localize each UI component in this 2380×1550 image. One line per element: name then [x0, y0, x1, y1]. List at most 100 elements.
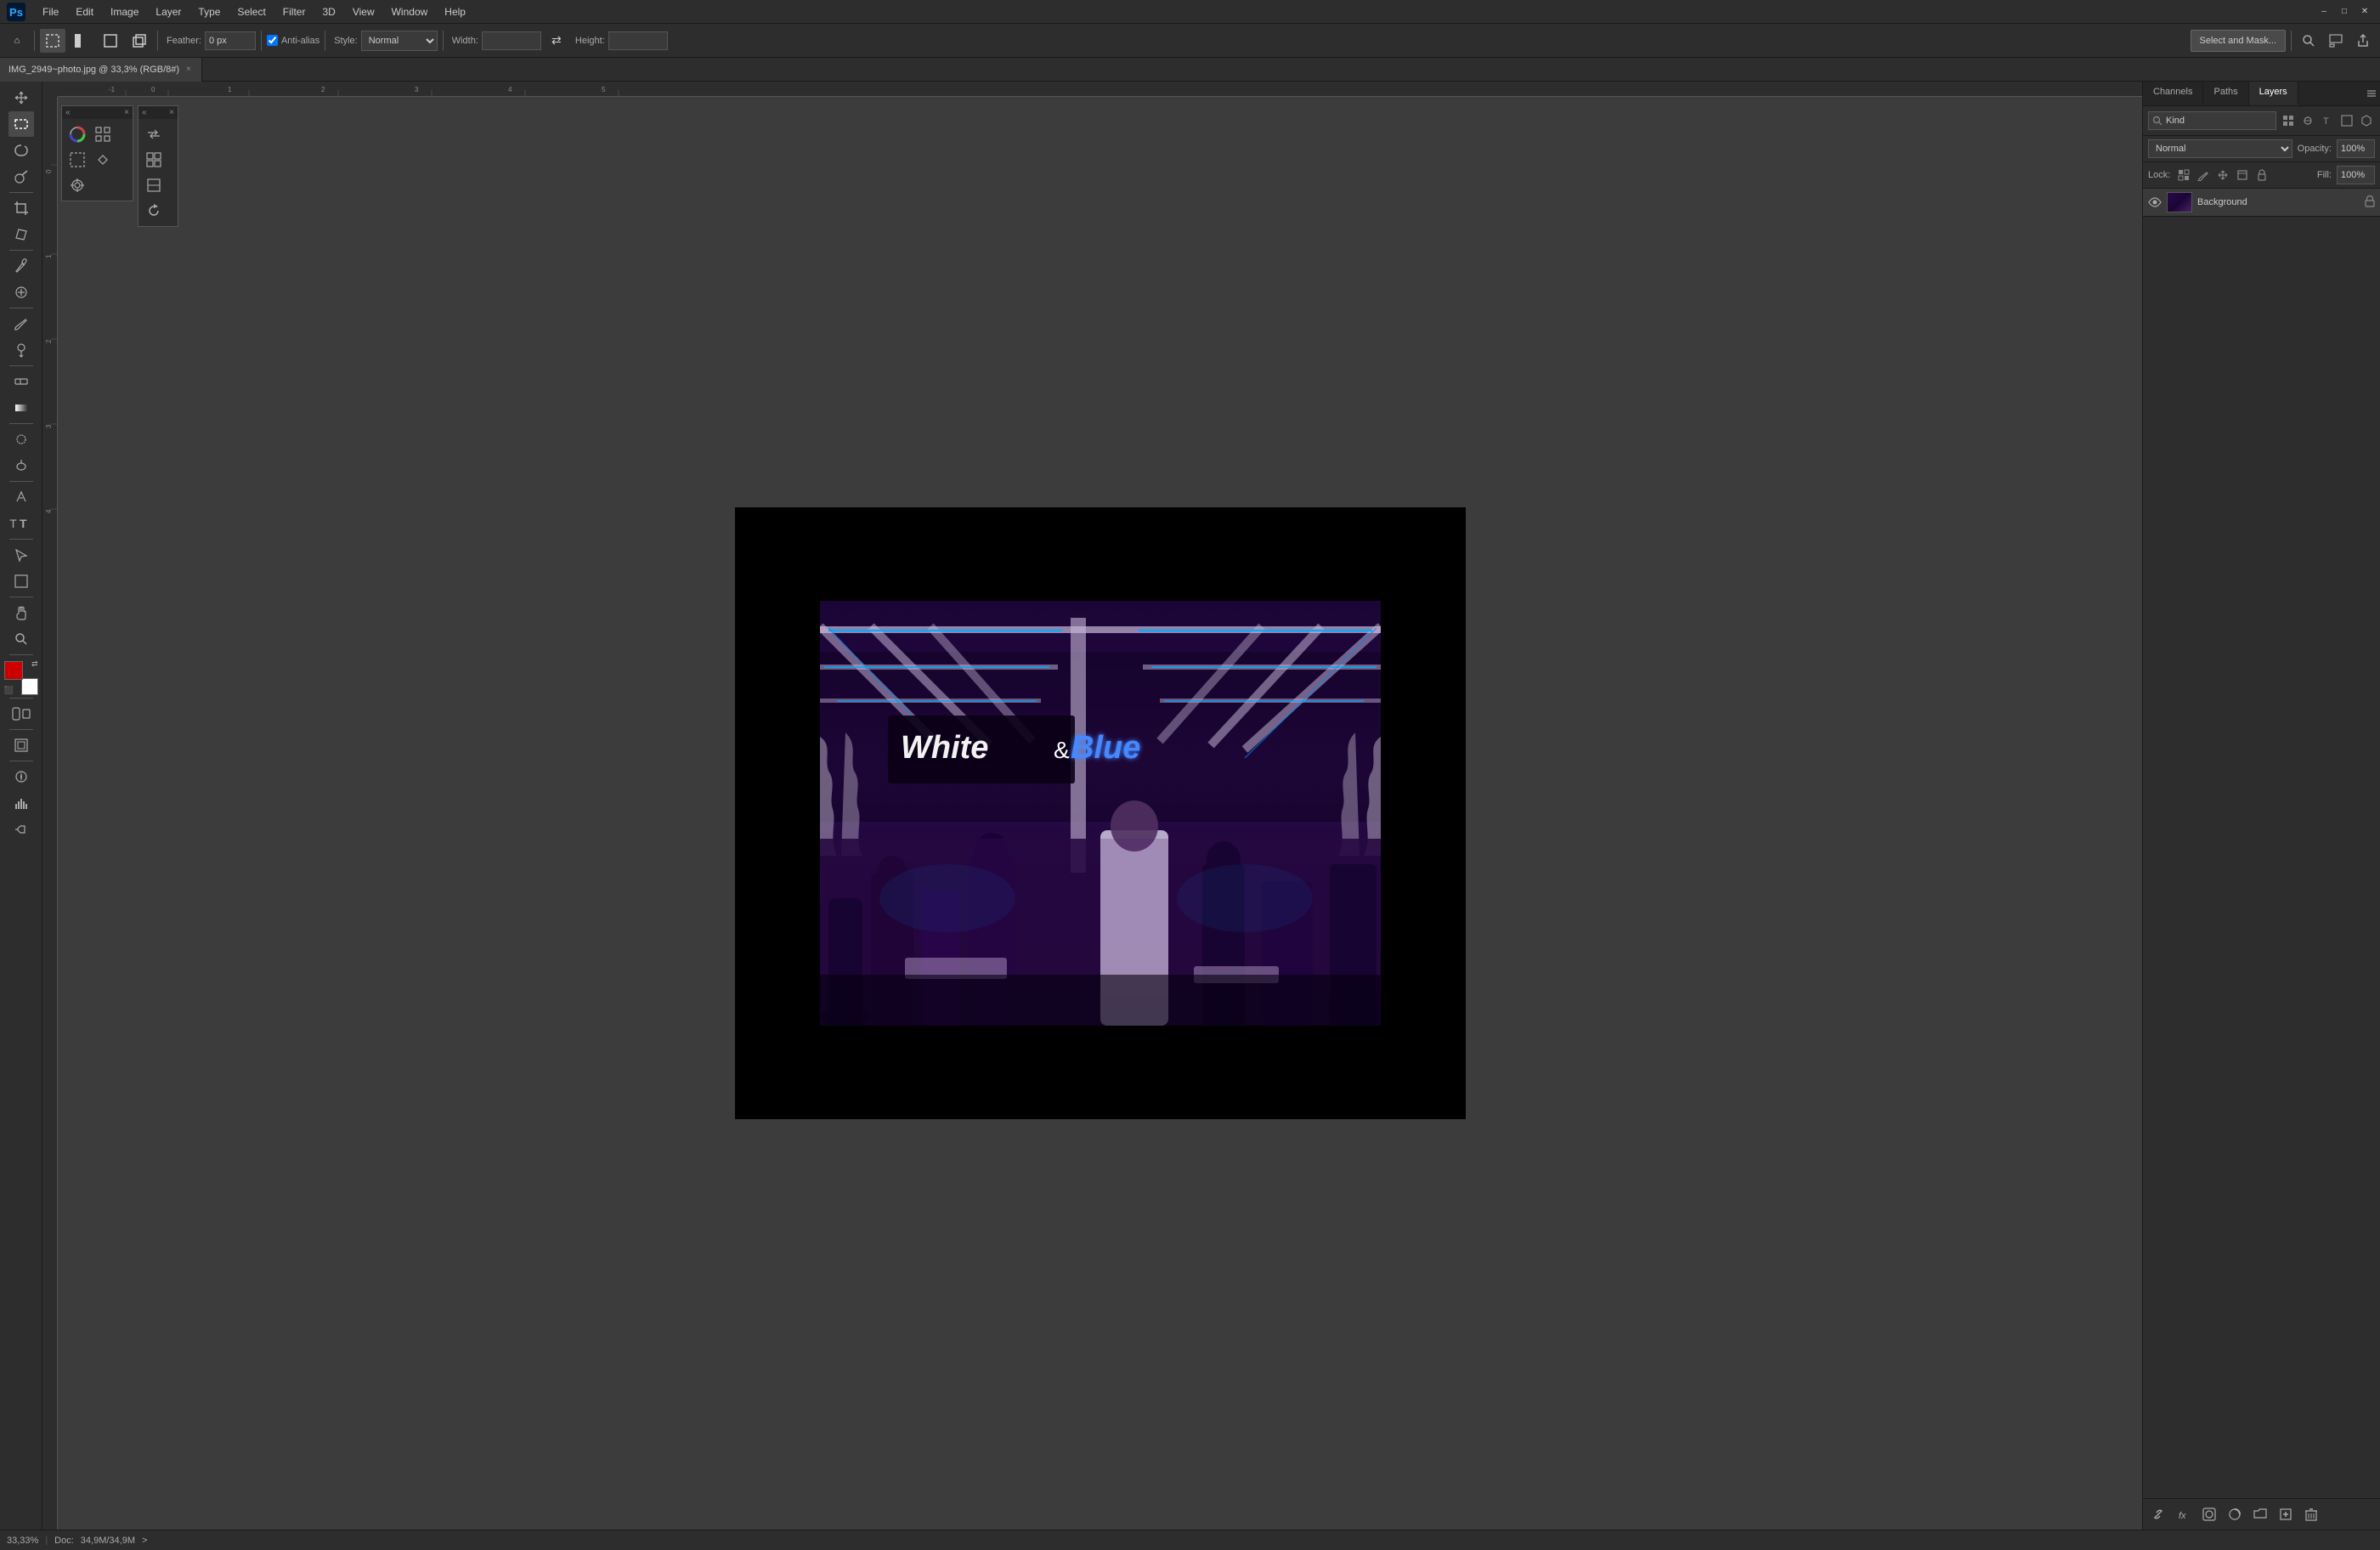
quick-select-tool[interactable]: [8, 164, 34, 190]
brush-tool[interactable]: [8, 311, 34, 337]
menu-edit[interactable]: Edit: [69, 4, 100, 20]
rectangular-marquee-tool[interactable]: [8, 111, 34, 137]
transform-options-btn[interactable]: [91, 148, 115, 172]
workspace-button[interactable]: [2324, 29, 2348, 53]
menu-type[interactable]: Type: [191, 4, 227, 20]
tab-close-button[interactable]: ×: [184, 64, 193, 75]
float-panel-1-close[interactable]: ×: [124, 108, 129, 117]
clone-stamp-tool[interactable]: [8, 337, 34, 363]
layers-search-input[interactable]: [2166, 116, 2272, 126]
shape-tool[interactable]: [8, 569, 34, 594]
float-mask2-btn[interactable]: [142, 173, 166, 197]
layer-adjustment-button[interactable]: [2225, 1504, 2245, 1525]
eraser-tool[interactable]: [8, 369, 34, 394]
screen-mode-button[interactable]: [8, 733, 34, 758]
extra-tool[interactable]: [8, 817, 34, 842]
lasso-tool[interactable]: [8, 138, 34, 163]
float-panel-2-collapse[interactable]: «: [142, 108, 147, 117]
lock-all-icon[interactable]: [2253, 167, 2270, 184]
float-swap-btn[interactable]: [142, 122, 166, 146]
eyedropper-tool[interactable]: [8, 253, 34, 279]
background-color-swatch[interactable]: [21, 678, 38, 695]
swap-colors-button[interactable]: ⇄: [31, 659, 38, 669]
crop-tool[interactable]: [8, 195, 34, 221]
float-panel-1-header[interactable]: « ×: [62, 106, 133, 119]
channels-tab[interactable]: Channels: [2143, 82, 2203, 105]
new-layer-button[interactable]: [2275, 1504, 2296, 1525]
width-input[interactable]: [482, 31, 541, 50]
float-grid2-btn[interactable]: [142, 148, 166, 172]
float-rotate-btn[interactable]: [142, 199, 166, 223]
compass-button[interactable]: [8, 764, 34, 789]
blend-mode-select[interactable]: Normal Dissolve Multiply Screen Overlay: [2148, 139, 2292, 158]
minimize-button[interactable]: –: [2315, 3, 2332, 20]
lock-transparent-icon[interactable]: [2175, 167, 2192, 184]
float-panel-1-collapse[interactable]: «: [65, 108, 71, 117]
layer-link-button[interactable]: [2148, 1504, 2168, 1525]
layer-group-button[interactable]: [2250, 1504, 2270, 1525]
height-input[interactable]: [608, 31, 668, 50]
fill-input[interactable]: [2337, 166, 2375, 184]
menu-help[interactable]: Help: [438, 4, 472, 20]
color-wheel-btn[interactable]: [65, 122, 89, 146]
perspective-crop-tool[interactable]: [8, 222, 34, 247]
target-btn[interactable]: [65, 173, 89, 197]
swap-dimensions-button[interactable]: ⇄: [545, 29, 568, 53]
opacity-input[interactable]: [2337, 139, 2375, 158]
panel-menu-button[interactable]: [2363, 82, 2380, 105]
type-tool[interactable]: T T: [8, 511, 34, 536]
zoom-tool[interactable]: [8, 626, 34, 652]
feather-input[interactable]: [205, 31, 256, 50]
toolbar-intersect-btn[interactable]: [127, 29, 152, 53]
quick-mask-button[interactable]: [8, 701, 34, 727]
layer-effects-button[interactable]: fx: [2174, 1504, 2194, 1525]
pen-tool[interactable]: [8, 484, 34, 510]
default-colors-button[interactable]: ⬛: [4, 686, 14, 695]
canvas-area[interactable]: White & Blue: [58, 97, 2142, 1530]
toolbar-bg-btn[interactable]: [98, 29, 123, 53]
search-button[interactable]: [2297, 29, 2321, 53]
home-button[interactable]: ⌂: [5, 29, 29, 53]
histogram-button[interactable]: [8, 790, 34, 816]
layer-visibility-button[interactable]: [2148, 195, 2162, 209]
menu-view[interactable]: View: [346, 4, 382, 20]
dodge-tool[interactable]: [8, 453, 34, 478]
background-layer[interactable]: Background: [2143, 189, 2380, 217]
delete-layer-button[interactable]: [2301, 1504, 2321, 1525]
document-tab[interactable]: IMG_2949~photo.jpg @ 33,3% (RGB/8#) ×: [0, 58, 202, 82]
style-select[interactable]: Normal Fixed Ratio Fixed Size: [361, 31, 438, 51]
foreground-color-swatch[interactable]: [4, 661, 23, 680]
filter-pixel-icon[interactable]: [2280, 112, 2297, 129]
marquee-tool-options[interactable]: [40, 29, 65, 53]
path-selection-tool[interactable]: [8, 542, 34, 568]
gradient-tool[interactable]: [8, 395, 34, 421]
anti-alias-label[interactable]: Anti-alias: [267, 35, 319, 46]
filter-shape-icon[interactable]: [2338, 112, 2355, 129]
layers-tab[interactable]: Layers: [2249, 82, 2298, 105]
grid-btn[interactable]: [91, 122, 115, 146]
menu-filter[interactable]: Filter: [276, 4, 313, 20]
menu-select[interactable]: Select: [230, 4, 272, 20]
blur-tool[interactable]: [8, 427, 34, 452]
paths-tab[interactable]: Paths: [2203, 82, 2248, 105]
lock-artboard-icon[interactable]: [2234, 167, 2251, 184]
filter-type-icon[interactable]: T: [2319, 112, 2336, 129]
selection-options-btn[interactable]: [65, 148, 89, 172]
maximize-button[interactable]: □: [2336, 3, 2353, 20]
filter-adjustment-icon[interactable]: [2299, 112, 2316, 129]
healing-brush-tool[interactable]: [8, 280, 34, 305]
lock-position-icon[interactable]: [2214, 167, 2231, 184]
select-and-mask-button[interactable]: Select and Mask...: [2191, 30, 2287, 52]
filter-smart-icon[interactable]: [2358, 112, 2375, 129]
lock-pixels-icon[interactable]: [2195, 167, 2212, 184]
hand-tool[interactable]: [8, 600, 34, 625]
layer-mask-button[interactable]: [2199, 1504, 2219, 1525]
layer-thumbnail[interactable]: [2167, 192, 2192, 212]
menu-layer[interactable]: Layer: [149, 4, 188, 20]
canvas-container[interactable]: -1 0 1 2 3 4 5 0 1: [42, 82, 2142, 1530]
close-button[interactable]: ✕: [2356, 3, 2373, 20]
share-button[interactable]: [2351, 29, 2375, 53]
status-arrow[interactable]: >: [142, 1536, 147, 1546]
menu-file[interactable]: File: [36, 4, 65, 20]
menu-window[interactable]: Window: [385, 4, 435, 20]
